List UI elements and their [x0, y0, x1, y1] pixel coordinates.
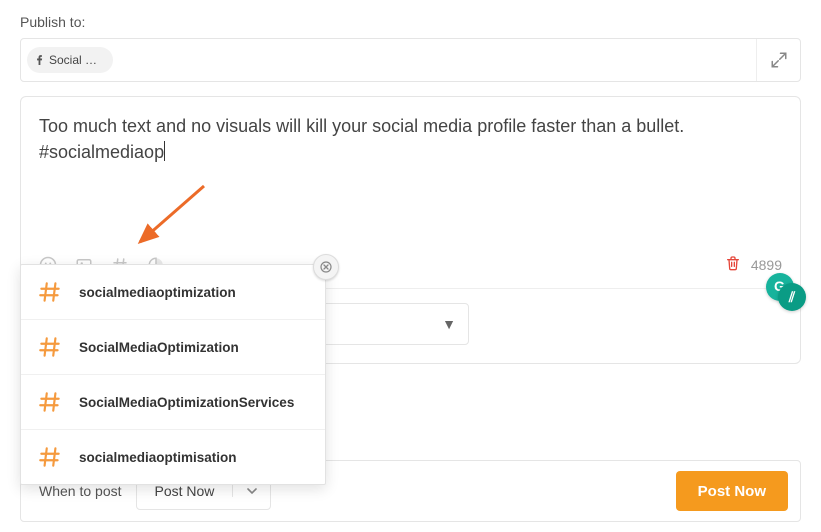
hashtag-outline-icon [37, 444, 63, 470]
delete-button[interactable] [725, 255, 741, 274]
character-count: 4899 [751, 257, 782, 273]
expand-icon [770, 51, 788, 69]
hashtag-outline-icon [37, 334, 63, 360]
hashtag-suggestion[interactable]: SocialMediaOptimization [21, 320, 325, 375]
trash-icon [725, 255, 741, 271]
chevron-down-icon [232, 485, 270, 497]
hashtag-outline-icon [37, 389, 63, 415]
extension-badges: ⫽ [766, 273, 806, 313]
hashtag-suggestion[interactable]: SocialMediaOptimizationServices [21, 375, 325, 430]
facebook-icon [35, 54, 45, 66]
hashtag-suggestion[interactable]: socialmediaoptimization [21, 265, 325, 320]
hashtag-suggestion-label: socialmediaoptimisation [79, 450, 237, 465]
account-chip[interactable]: Social Ch… [27, 47, 113, 73]
hashtag-suggestion-label: SocialMediaOptimizationServices [79, 395, 294, 410]
post-text-content: Too much text and no visuals will kill y… [39, 113, 782, 165]
when-to-post-label: When to post [33, 483, 122, 499]
when-to-post-value: Post Now [137, 483, 233, 499]
close-icon [320, 261, 332, 273]
hashtag-suggestion-label: socialmediaoptimization [79, 285, 236, 300]
publish-to-label: Publish to: [20, 14, 801, 30]
secondary-badge[interactable]: ⫽ [778, 283, 806, 311]
text-cursor [164, 141, 165, 161]
expand-button[interactable] [756, 39, 800, 81]
hashtag-outline-icon [37, 279, 63, 305]
account-chip-label: Social Ch… [49, 53, 101, 67]
post-textarea[interactable]: Too much text and no visuals will kill y… [21, 97, 800, 247]
hashtag-suggestions: socialmediaoptimization SocialMediaOptim… [20, 264, 326, 485]
caret-down-icon: ▼ [442, 316, 456, 332]
publish-to-field[interactable]: Social Ch… [20, 38, 801, 82]
hashtag-suggestion[interactable]: socialmediaoptimisation [21, 430, 325, 484]
post-now-button[interactable]: Post Now [676, 471, 788, 511]
hashtag-suggestion-label: SocialMediaOptimization [79, 340, 239, 355]
close-suggestions-button[interactable] [313, 254, 339, 280]
